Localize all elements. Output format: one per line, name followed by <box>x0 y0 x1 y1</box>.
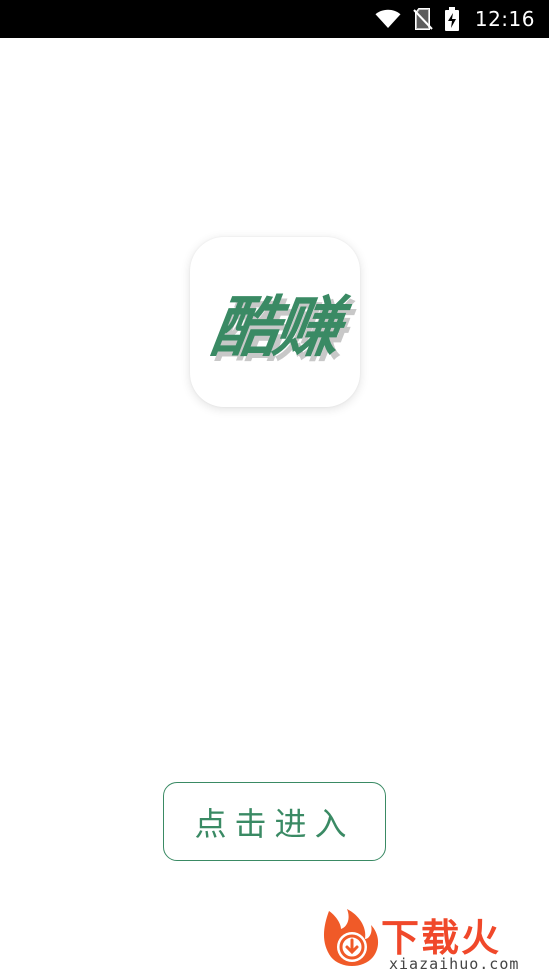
watermark-title: 下载火 <box>381 916 502 960</box>
wifi-icon <box>375 9 401 29</box>
enter-button[interactable]: 点击进入 <box>163 782 386 861</box>
flame-download-icon <box>319 903 383 973</box>
app-logo-text: 酷赚 <box>206 289 342 366</box>
no-sim-icon <box>413 8 433 30</box>
watermark: 下载火 xiazaihuo.com <box>319 903 543 975</box>
app-logo: 酷赚 <box>190 237 360 407</box>
status-bar: 12:16 <box>0 0 549 38</box>
enter-button-label: 点击进入 <box>194 804 355 843</box>
battery-charging-icon <box>444 7 459 31</box>
watermark-url: xiazaihuo.com <box>389 955 520 973</box>
status-time: 12:16 <box>474 7 535 31</box>
